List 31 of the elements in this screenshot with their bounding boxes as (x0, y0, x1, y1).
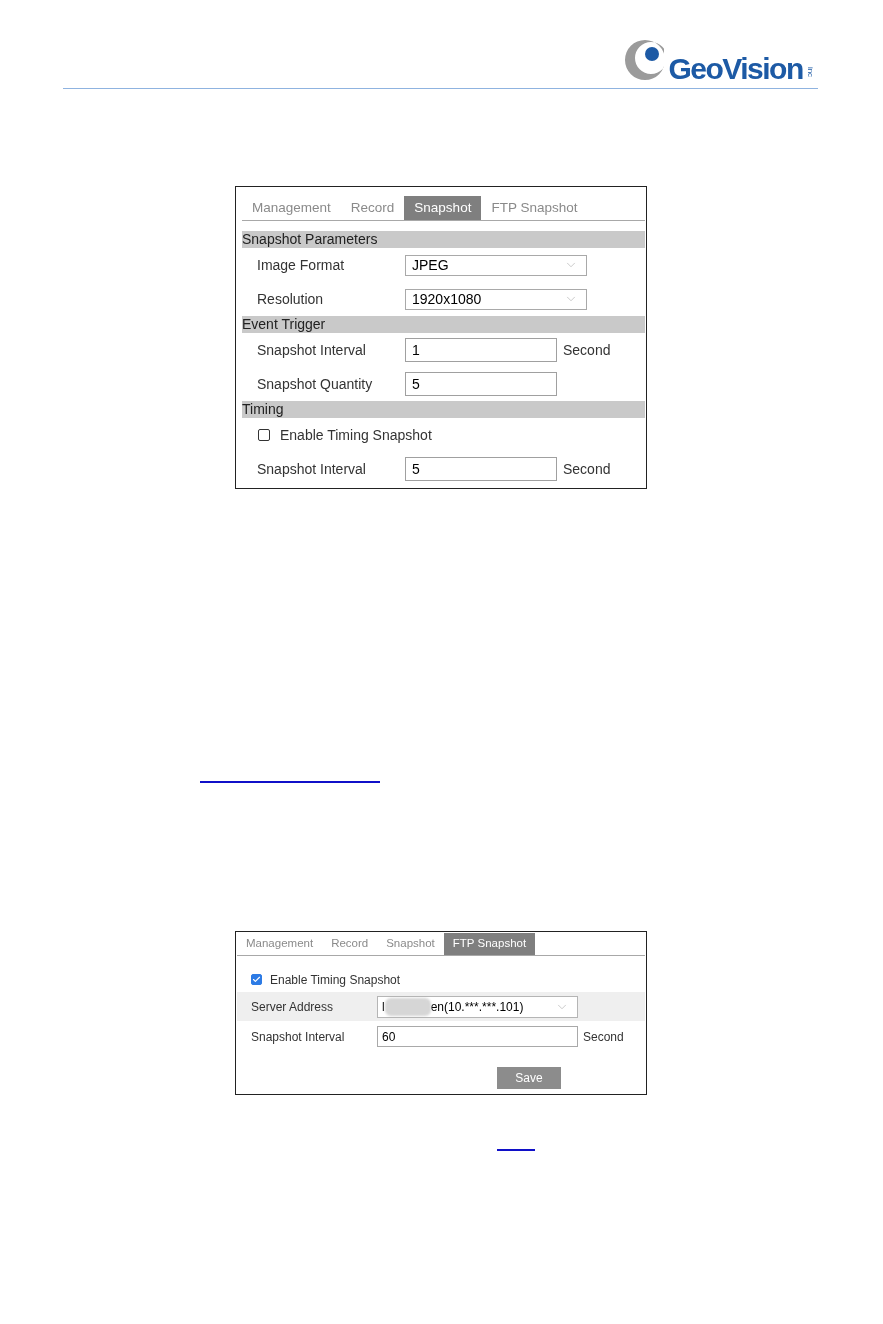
field-label: Snapshot Interval (257, 340, 367, 360)
field-label: Image Format (257, 255, 346, 275)
unit-label: Second (583, 1028, 624, 1046)
field-label: Server Address (251, 998, 335, 1016)
checkbox-label: Enable Timing Snapshot (280, 425, 432, 445)
checkmark-icon (252, 975, 261, 984)
field-label: Snapshot Quantity (257, 374, 374, 394)
input-field[interactable]: 60 (377, 1026, 578, 1047)
logo-icon (624, 38, 665, 82)
input-field[interactable]: 5 (405, 457, 557, 481)
input-field[interactable]: 5 (405, 372, 557, 396)
tab[interactable]: Snapshot (404, 196, 482, 220)
select-field[interactable]: 1920x1080 (405, 288, 587, 310)
section-header: Timing (242, 401, 645, 418)
save-button[interactable]: Save (497, 1067, 561, 1089)
select-field[interactable]: l en(10.***.***.101) (377, 995, 578, 1018)
checkbox[interactable] (258, 429, 270, 441)
tab[interactable]: FTP Snapshot (443, 933, 536, 955)
unit-label: Second (563, 459, 611, 479)
checkbox-label: Enable Timing Snapshot (270, 971, 401, 989)
section-header: Snapshot Parameters (242, 231, 645, 248)
checkbox[interactable] (251, 974, 262, 985)
unit-label: Second (563, 340, 611, 360)
select-field[interactable]: JPEG (405, 254, 587, 276)
logo-suffix: inc (805, 66, 814, 78)
logo-wordmark: GeoVision (668, 54, 803, 84)
section-header: Event Trigger (242, 316, 645, 333)
field-label: Snapshot Interval (257, 459, 367, 479)
input-field[interactable]: 1 (405, 338, 557, 362)
field-label: Snapshot Interval (251, 1028, 346, 1046)
field-label: Resolution (257, 289, 325, 309)
